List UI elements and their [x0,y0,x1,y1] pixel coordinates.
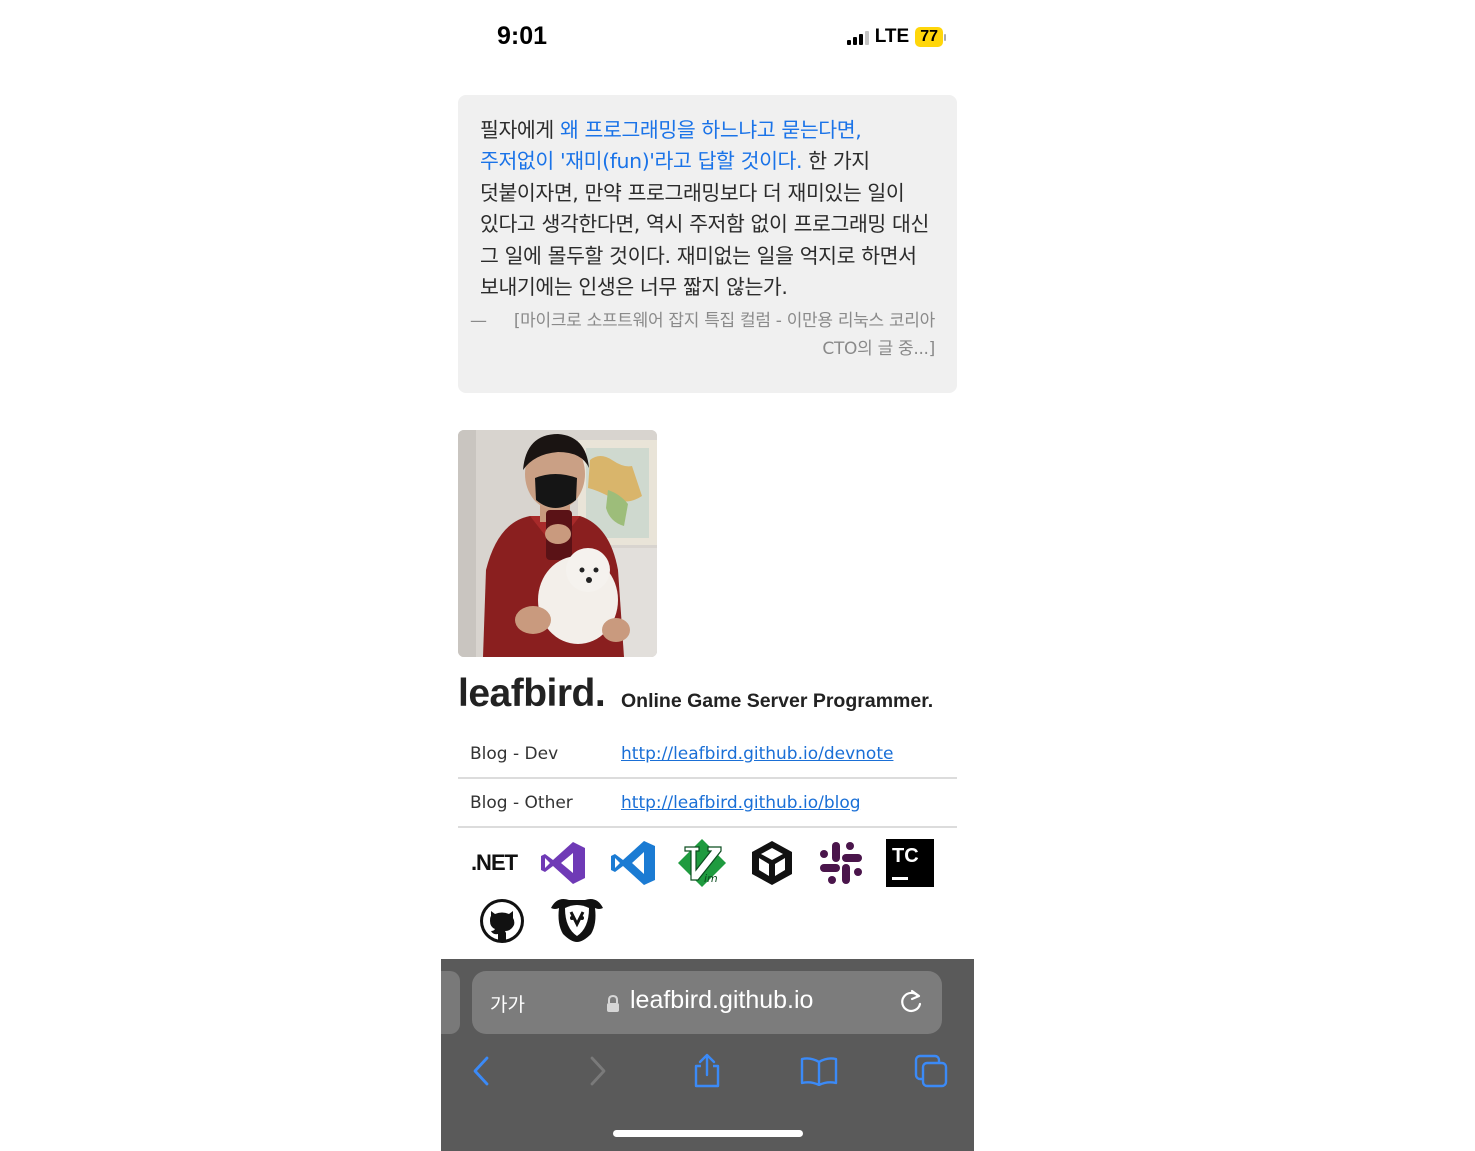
bitbucket-mascot-icon [547,894,607,944]
back-button[interactable] [462,1051,502,1091]
reload-icon[interactable] [897,988,925,1020]
battery-icon: 77 [915,27,946,47]
tabs-button[interactable] [911,1051,951,1091]
status-time: 9:01 [497,22,548,50]
quote-source-text: [마이크로 소프트웨어 잡지 특집 컬럼 - 이만용 리눅스 코리아 CTO의 … [513,311,935,360]
chevron-right-icon [590,1056,606,1086]
teamcity-label: TC [892,845,919,867]
bookmarks-button[interactable] [799,1051,839,1091]
teamcity-icon: TC [885,838,935,888]
url-host: leafbird.github.io [630,986,814,1014]
dotnet-icon: .NET [469,838,519,888]
link-url-blog[interactable]: http://leafbird.github.io/blog [621,793,861,813]
address-bar[interactable]: 가가 leafbird.github.io [472,971,942,1034]
share-button[interactable] [687,1051,727,1091]
chevron-left-icon [473,1056,489,1086]
quote-text: 필자에게 왜 프로그래밍을 하느냐고 묻는다면, 주저없이 '재미(fun)'라… [480,115,935,303]
book-icon [800,1057,838,1086]
vscode-icon [608,838,658,888]
profile-photo [458,430,657,657]
table-row: Blog - Dev http://leafbird.github.io/dev… [458,730,957,779]
profile-name: leafbird. [458,672,606,715]
cellular-signal-icon [846,29,869,45]
phone-screen: 9:01 LTE 77 필자에게 왜 프로그래밍을 하느냐고 묻는다면, 주저없… [441,0,974,1151]
table-row: Blog - Other http://leafbird.github.io/b… [458,779,957,828]
home-indicator [613,1130,803,1137]
dotnet-label: .NET [470,850,518,875]
network-type: LTE [874,26,910,47]
github-icon [477,896,527,946]
browser-bottom-bar: 가가 leafbird.github.io [441,959,974,1151]
previous-tab-edge[interactable] [441,971,460,1034]
links-table: Blog - Dev http://leafbird.github.io/dev… [458,730,957,828]
slack-icon [816,838,866,888]
link-label: Blog - Other [470,792,573,813]
svg-text:im: im [704,872,718,885]
quote-source: — [마이크로 소프트웨어 잡지 특집 컬럼 - 이만용 리눅스 코리아 CTO의… [470,307,935,363]
battery-level: 77 [915,27,943,47]
quote-block: 필자에게 왜 프로그래밍을 하느냐고 묻는다면, 주저없이 '재미(fun)'라… [458,95,957,393]
link-url-devnote[interactable]: http://leafbird.github.io/devnote [621,744,893,764]
text-size-button[interactable]: 가가 [490,990,525,1017]
visual-studio-icon [538,838,588,888]
tabs-icon [914,1054,948,1088]
lock-icon [606,994,620,1017]
unity-icon [747,838,797,888]
forward-button[interactable] [577,1051,617,1091]
profile-role: Online Game Server Programmer. [621,690,934,712]
share-icon [694,1053,720,1088]
quote-dash: — [470,311,487,332]
vim-icon: im [677,838,727,888]
link-label: Blog - Dev [470,743,559,764]
quote-prefix: 필자에게 [480,118,560,142]
status-indicators: LTE 77 [846,26,946,48]
